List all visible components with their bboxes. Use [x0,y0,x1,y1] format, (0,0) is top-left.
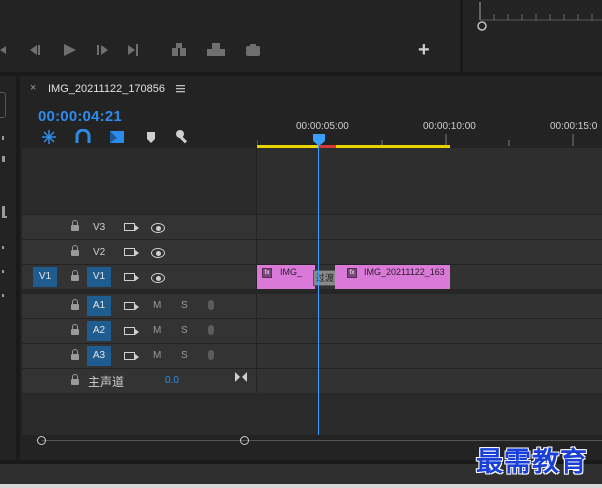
sync-lock-v2-icon[interactable] [124,248,139,256]
scrollbar-right-handle[interactable] [240,436,249,445]
track-target-v1[interactable]: V1 [87,267,111,287]
track-header-v3 [22,215,256,239]
button-editor-plus-icon[interactable]: + [418,40,434,60]
toggle-output-v3-eye-icon[interactable] [151,223,165,233]
track-lane-a1[interactable] [257,294,602,318]
track-lane-v3[interactable] [257,215,602,239]
clip-2-label: IMG_20211122_163 [364,267,445,277]
clip-2-fx-badge: fx [347,268,357,278]
snap-icon[interactable] [75,129,91,143]
sync-lock-a2-icon[interactable] [124,327,139,335]
track-header-master [22,369,256,393]
sync-lock-a1-icon[interactable] [124,302,139,310]
tool-slip-icon[interactable] [2,206,5,216]
track-lane-master[interactable] [257,369,602,393]
step-forward-icon[interactable] [101,45,108,55]
track-target-a2[interactable]: A2 [87,321,111,341]
track-lane-a3[interactable] [257,344,602,368]
voice-over-a3-mic-icon[interactable] [208,350,214,360]
master-track-label: 主声道 [88,375,125,389]
track-header-a1 [22,294,256,318]
overwrite-icon[interactable] [207,49,225,56]
scrollbar-left-handle[interactable] [37,436,46,445]
audio-meter-ruler [477,2,602,31]
voice-over-a1-mic-icon[interactable] [208,300,214,310]
tool-hand-icon[interactable] [2,270,4,273]
ruler-label-5s: 00:00:05:00 [296,121,349,132]
track-lane-v2[interactable] [257,240,602,264]
track-name-v2[interactable]: V2 [93,247,105,258]
go-to-out-bar [136,44,138,56]
tool-ripple-icon[interactable] [2,136,4,140]
insert-icon[interactable] [172,48,178,56]
zoom-handle[interactable] [477,21,487,31]
playhead-line [318,146,319,435]
lock-track-a2-icon[interactable] [71,324,79,335]
close-tab-icon[interactable]: × [30,82,36,94]
solo-a2-button[interactable]: S [181,325,188,336]
lock-track-a1-icon[interactable] [71,299,79,310]
track-lane-a2[interactable] [257,319,602,343]
track-headers-bg [22,148,256,214]
solo-a3-button[interactable]: S [181,350,188,361]
solo-a1-button[interactable]: S [181,300,188,311]
track-header-a2 [22,319,256,343]
lock-track-v3-icon[interactable] [71,220,79,231]
tool-type-icon[interactable] [2,294,4,297]
empty-lane-top [257,148,602,214]
lock-track-v2-icon[interactable] [71,245,79,256]
sequence-tab-title[interactable]: IMG_20211122_170856 [48,83,165,95]
master-volume-value[interactable]: 0.0 [165,375,179,386]
transport-controls [0,43,260,56]
mute-a3-button[interactable]: M [153,350,161,361]
lock-master-icon[interactable] [71,374,79,385]
toggle-output-v2-eye-icon[interactable] [151,248,165,258]
sync-lock-v1-icon[interactable] [124,273,139,281]
track-header-v1 [22,265,256,289]
video-audio-divider [22,289,602,294]
timeline-toolbar [42,129,188,144]
tool-razor-icon[interactable] [2,156,5,162]
taskbar-strip [0,484,602,488]
lock-track-a3-icon[interactable] [71,349,79,360]
ruler-label-10s: 00:00:10:00 [423,121,476,132]
play-icon[interactable] [64,44,76,56]
ruler-label-15s: 00:00:15:0 [550,121,598,132]
go-to-master-icon[interactable] [235,371,247,383]
step-back-icon[interactable] [30,45,37,55]
panel-menu-icon[interactable] [176,85,186,93]
playhead-timecode[interactable]: 00:00:04:21 [38,108,122,125]
track-target-a3[interactable]: A3 [87,346,111,366]
step-forward-bar [97,45,99,55]
panel-divider-vertical [460,0,463,72]
track-target-a1[interactable]: A1 [87,296,111,316]
clip-1-fx-badge: fx [262,268,272,278]
step-back-bar [38,45,40,55]
add-marker-icon[interactable] [147,132,155,143]
source-patch-v1[interactable]: V1 [33,267,57,287]
tool-icons-partial [2,136,7,297]
settings-wrench-icon[interactable] [176,130,188,144]
sync-lock-a3-icon[interactable] [124,352,139,360]
nest-sequence-icon[interactable] [42,130,56,144]
watermark-logo: 最需教育 [476,447,588,478]
track-header-a3 [22,344,256,368]
lane-bottom-area [22,393,602,435]
mute-a1-button[interactable]: M [153,300,161,311]
linked-selection-icon[interactable] [110,131,124,143]
tool-selection-button[interactable] [0,92,6,118]
clip-1-label: IMG_ [280,267,303,277]
track-name-v3[interactable]: V3 [93,222,105,233]
voice-over-a2-mic-icon[interactable] [208,325,214,335]
tool-pen-icon[interactable] [2,246,4,249]
sync-lock-v3-icon[interactable] [124,223,139,231]
step-back-partial-icon[interactable] [0,46,6,54]
export-frame-icon[interactable] [246,46,260,56]
toggle-output-v1-eye-icon[interactable] [151,273,165,283]
playhead-handle[interactable] [312,133,326,147]
lock-track-v1-icon[interactable] [71,270,79,281]
track-header-v2 [22,240,256,264]
go-to-out-icon[interactable] [128,45,135,55]
mute-a2-button[interactable]: M [153,325,161,336]
